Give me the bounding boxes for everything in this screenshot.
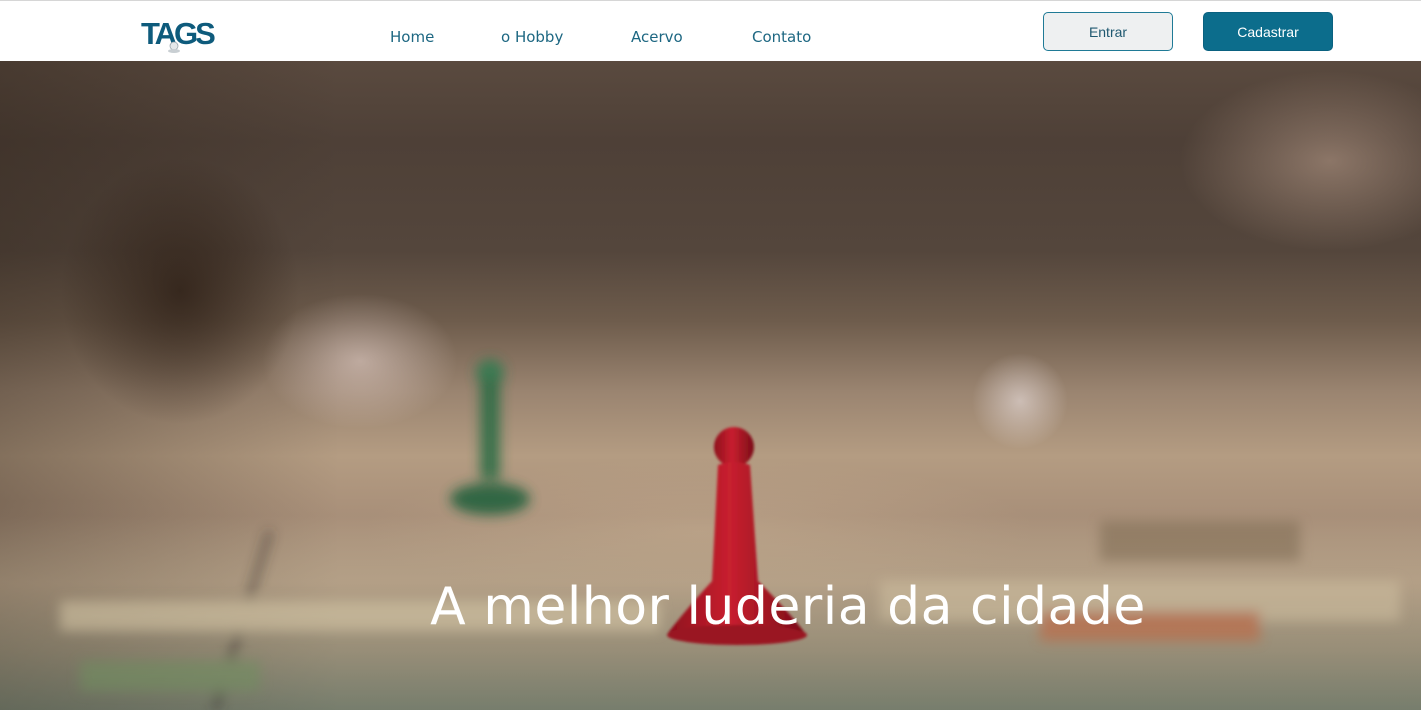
nav-link-acervo[interactable]: Acervo [631,28,683,46]
page: TAGS Home o Hobby Acervo Contato Entrar … [0,0,1421,710]
hero-banner: A melhor luderia da cidade [0,61,1421,710]
nav-link-home[interactable]: Home [390,28,434,46]
nav-link-o-hobby[interactable]: o Hobby [501,28,563,46]
signup-button[interactable]: Cadastrar [1203,12,1333,51]
login-button[interactable]: Entrar [1043,12,1173,51]
hero-title: A melhor luderia da cidade [430,577,1146,637]
nav-link-contato[interactable]: Contato [752,28,811,46]
top-navigation-bar: TAGS Home o Hobby Acervo Contato Entrar … [0,0,1421,61]
